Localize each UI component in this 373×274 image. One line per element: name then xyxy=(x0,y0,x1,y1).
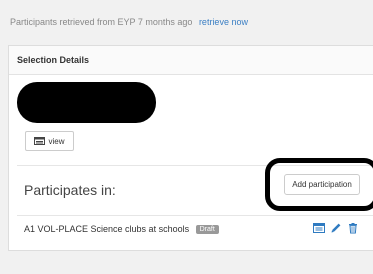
panel-heading: Selection Details xyxy=(9,46,373,75)
retrieval-status-text: Participants retrieved from EYP 7 months… xyxy=(10,17,193,27)
status-badge: Draft xyxy=(195,225,219,234)
participation-row: A1 VOL-PLACE Science clubs at schools Dr… xyxy=(17,216,373,240)
participation-title: A1 VOL-PLACE Science clubs at schools xyxy=(24,224,190,234)
add-participation-highlight: Add participation xyxy=(265,158,373,211)
list-card-icon xyxy=(34,137,46,145)
participates-in-label: Participates in: xyxy=(24,182,116,198)
trash-icon[interactable] xyxy=(347,221,359,234)
pencil-icon[interactable] xyxy=(330,221,342,233)
add-participation-button[interactable]: Add participation xyxy=(284,174,360,195)
redacted-block xyxy=(17,82,156,123)
row-actions xyxy=(313,221,359,234)
selection-details-panel: Selection Details view Participates in: … xyxy=(8,45,373,251)
view-button[interactable]: view xyxy=(25,131,74,151)
retrieval-status-bar: Participants retrieved from EYP 7 months… xyxy=(0,0,373,44)
list-card-icon[interactable] xyxy=(313,221,325,233)
retrieve-now-link[interactable]: retrieve now xyxy=(199,17,248,27)
view-button-label: view xyxy=(48,136,65,146)
